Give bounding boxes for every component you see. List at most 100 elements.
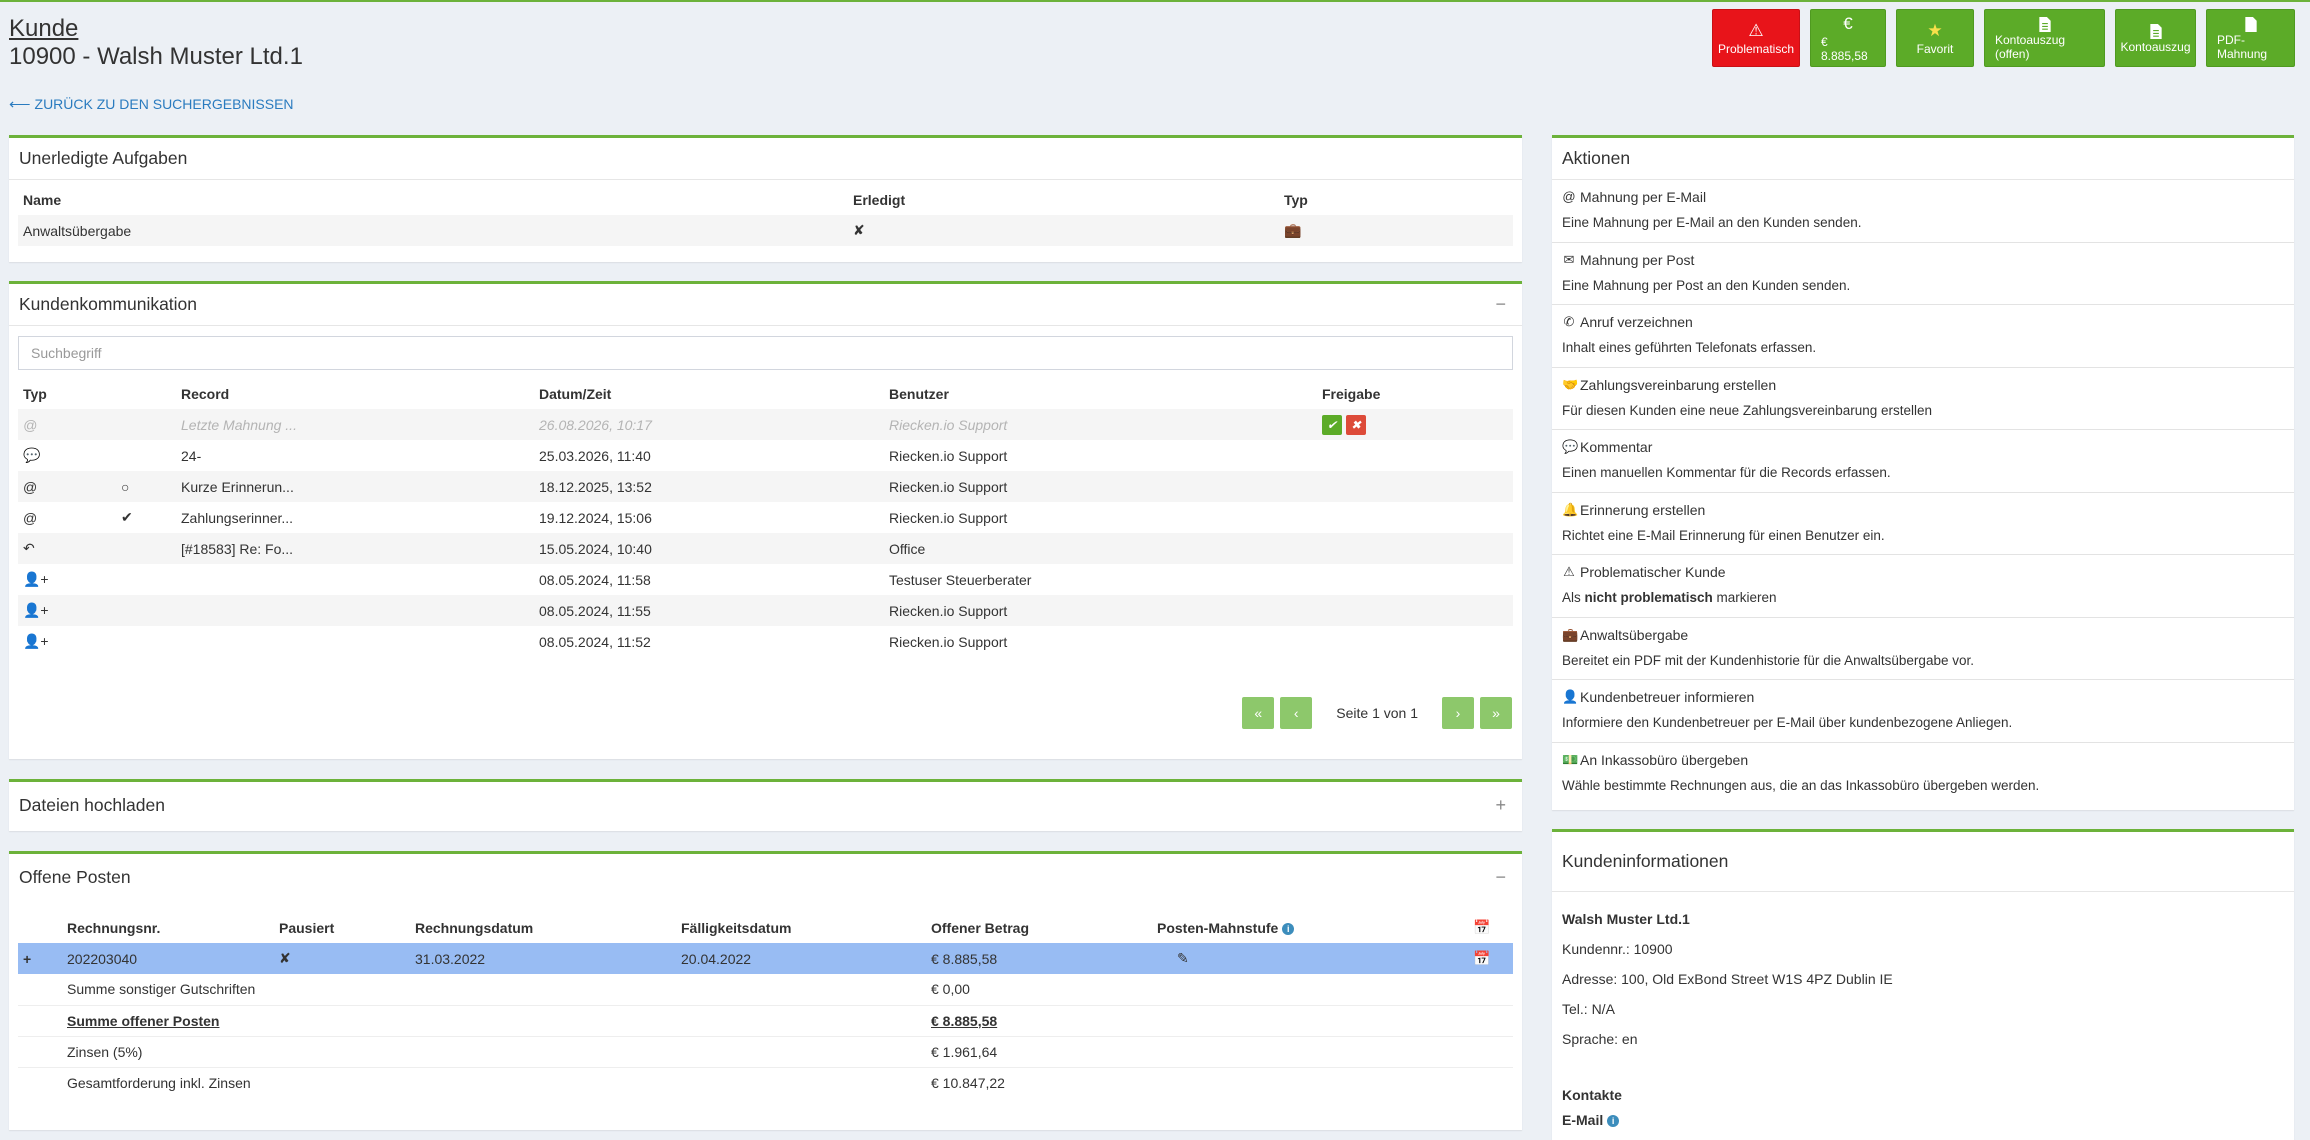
customer-number: Kundennr.: 10900 <box>1562 941 1673 957</box>
check-circle-icon: ✔ <box>121 509 133 525</box>
problematic-button[interactable]: ⚠ Problematisch <box>1712 9 1800 67</box>
table-row[interactable]: 👤+ 08.05.2024, 11:52 Riecken.io Support <box>18 626 1513 657</box>
info-icon[interactable]: i <box>1282 922 1295 935</box>
expand-row-button[interactable]: + <box>18 943 62 974</box>
action-title: Kundenbetreuer informieren <box>1580 689 1755 705</box>
summary-value: € 1.961,64 <box>931 1043 998 1060</box>
action-title: Anwaltsübergabe <box>1580 626 1689 643</box>
approval-cell <box>1317 595 1513 626</box>
balance-button[interactable]: € € 8.885,58 <box>1810 9 1886 67</box>
col-paused: Pausiert <box>279 919 335 936</box>
approval-cell <box>1317 440 1513 471</box>
back-to-results-link[interactable]: ⟵ ZURÜCK ZU DEN SUCHERGEBNISSEN <box>9 95 294 113</box>
action-desc: Wähle bestimmte Rechnungen aus, die an d… <box>1562 777 2040 793</box>
reject-button[interactable]: ✖ <box>1346 414 1366 435</box>
communication-header: Kundenkommunikation − <box>9 284 1522 326</box>
action-lawyer-handover[interactable]: 💼 Anwaltsübergabe Bereitet ein PDF mit de… <box>1552 618 2294 680</box>
phone-icon: ✆ <box>1563 314 1575 329</box>
star-icon: ★ <box>1927 21 1943 40</box>
prev-page-button[interactable]: ‹ <box>1280 697 1313 729</box>
action-problematic-customer[interactable]: ⚠ Problematischer Kunde Als nicht problem… <box>1552 555 2294 618</box>
pencil-icon[interactable]: ✎ <box>1152 943 1468 974</box>
task-name: Anwaltsübergabe <box>18 215 848 246</box>
status-icon <box>116 440 176 471</box>
action-reminder[interactable]: 🔔 Erinnerung erstellen Richtet eine E-Mai… <box>1552 493 2294 555</box>
record-cell <box>176 595 534 626</box>
col-approval: Freigabe <box>1322 385 1381 402</box>
summary-row: Summe offener Posten € 8.885,58 <box>18 1005 1513 1036</box>
action-collection-agency[interactable]: 💵 An Inkassobüro übergeben Wähle bestimmt… <box>1552 743 2294 806</box>
dunning-level-label: Posten-Mahnstufe <box>1157 919 1279 936</box>
action-email-reminder[interactable]: @ Mahnung per E-Mail Eine Mahnung per E-M… <box>1552 180 2294 243</box>
info-icon[interactable]: i <box>1607 1115 1620 1128</box>
action-log-call[interactable]: ✆ Anruf verzeichnen Inhalt eines geführte… <box>1552 305 2294 368</box>
summary-row: Zinsen (5%) € 1.961,64 <box>18 1036 1513 1067</box>
status-icon <box>116 626 176 657</box>
table-row[interactable]: ↶ [#18583] Re: Fo... 15.05.2024, 10:40 O… <box>18 533 1513 564</box>
document-icon <box>2037 16 2053 33</box>
user-cell: Riecken.io Support <box>884 595 1317 626</box>
tasks-header: Unerledigte Aufgaben <box>9 138 1522 180</box>
user-cell: Riecken.io Support <box>884 409 1317 440</box>
search-input[interactable]: Suchbegriff <box>18 336 1513 370</box>
due-date: 20.04.2022 <box>676 943 926 974</box>
table-row[interactable]: @ ✔ Zahlungserinner... 19.12.2024, 15:06… <box>18 502 1513 533</box>
problematic-button-label: Problematisch <box>1717 42 1795 56</box>
customer-info-panel: Kundeninformationen Walsh Muster Ltd.1 K… <box>1552 829 2294 1140</box>
collapse-button[interactable]: − <box>1489 867 1512 888</box>
last-page-button[interactable]: » <box>1480 697 1512 729</box>
statement-button[interactable]: Kontoauszug <box>2115 9 2196 67</box>
approval-cell <box>1317 564 1513 595</box>
open-items-header: Offene Posten − <box>9 854 1522 900</box>
handshake-icon: 🤝 <box>1562 376 1579 392</box>
approval-cell <box>1317 502 1513 533</box>
calendar-icon[interactable]: 📅 <box>1468 943 1513 974</box>
action-desc: Bereitet ein PDF mit der Kundenhistorie … <box>1562 652 1974 668</box>
action-desc: Informiere den Kundenbetreuer per E-Mail… <box>1562 715 2013 730</box>
communication-panel: Kundenkommunikation − Suchbegriff Typ Re… <box>9 281 1522 759</box>
reply-icon: ↶ <box>18 533 116 564</box>
col-dunning-level: Posten-Mahnstufe i <box>1152 912 1468 943</box>
actions-panel: Aktionen @ Mahnung per E-Mail Eine Mahnun… <box>1552 135 2294 810</box>
summary-value: € 8.885,58 <box>931 1012 998 1029</box>
action-title: Problematischer Kunde <box>1580 564 1726 580</box>
envelope-icon: ✉ <box>1563 251 1575 267</box>
summary-row: Gesamtforderung inkl. Zinsen € 10.847,22 <box>18 1067 1513 1098</box>
action-desc: Inhalt eines geführten Telefonats erfass… <box>1562 340 1817 355</box>
action-post-reminder[interactable]: ✉ Mahnung per Post Eine Mahnung per Post … <box>1552 243 2294 305</box>
table-row[interactable]: @ Letzte Mahnung ... 26.08.2026, 10:17 R… <box>18 409 1513 440</box>
record-cell: [#18583] Re: Fo... <box>176 533 534 564</box>
action-comment[interactable]: 💬 Kommentar Einen manuellen Kommentar für… <box>1552 430 2294 493</box>
table-row[interactable]: 💬 24- 25.03.2026, 11:40 Riecken.io Suppo… <box>18 440 1513 471</box>
action-inform-manager[interactable]: 👤 Kundenbetreuer informieren Informiere d… <box>1552 680 2294 743</box>
user-cell: Riecken.io Support <box>889 447 1008 464</box>
table-row[interactable]: 👤+ 08.05.2024, 11:58 Testuser Steuerbera… <box>18 564 1513 595</box>
user-icon: 👤 <box>1562 689 1579 704</box>
summary-label: Summe offener Posten <box>67 1012 220 1029</box>
summary-value: € 0,00 <box>931 981 970 998</box>
action-desc: Als nicht problematisch markieren <box>1562 589 2284 607</box>
invoice-number: 202203040 <box>62 943 274 974</box>
page-indicator: Seite 1 von 1 <box>1336 705 1418 721</box>
date-cell: 26.08.2026, 10:17 <box>534 409 884 440</box>
arrow-left-icon: ⟵ <box>9 96 31 113</box>
summary-value: € 10.847,22 <box>931 1074 1005 1091</box>
favorite-button[interactable]: ★ Favorit <box>1896 9 1974 67</box>
approve-button[interactable]: ✔ <box>1322 414 1342 435</box>
expand-button[interactable]: + <box>1489 795 1512 816</box>
pdf-reminder-button[interactable]: PDF-Mahnung <box>2206 9 2295 67</box>
user-plus-icon: 👤+ <box>18 595 116 626</box>
col-type: Typ <box>1284 191 1308 208</box>
table-row[interactable]: @ ○ Kurze Erinnerun... 18.12.2025, 13:52… <box>18 471 1513 502</box>
table-row[interactable]: 👤+ 08.05.2024, 11:55 Riecken.io Support <box>18 595 1513 626</box>
table-row[interactable]: + 202203040 ✘ 31.03.2022 20.04.2022 € 8.… <box>18 943 1513 974</box>
calendar-icon[interactable]: 📅 <box>1468 912 1513 943</box>
statement-open-button[interactable]: Kontoauszug (offen) <box>1984 9 2105 67</box>
action-payment-agreement[interactable]: 🤝 Zahlungsvereinbarung erstellen Für dies… <box>1552 368 2294 430</box>
customer-info-title: Kundeninformationen <box>1562 851 1729 871</box>
first-page-button[interactable]: « <box>1242 697 1275 729</box>
status-icon <box>116 409 176 440</box>
collapse-button[interactable]: − <box>1489 294 1512 315</box>
next-page-button[interactable]: › <box>1442 697 1474 729</box>
table-row[interactable]: Anwaltsübergabe ✘ 💼 <box>18 215 1513 246</box>
